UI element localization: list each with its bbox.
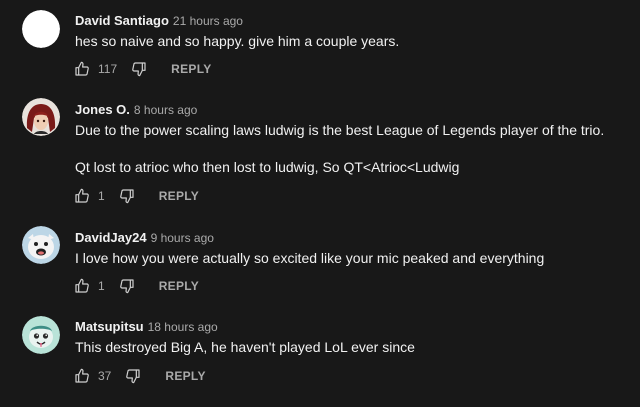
avatar[interactable]	[22, 226, 60, 264]
reply-button[interactable]: REPLY	[165, 369, 205, 383]
comment-text: Qt lost to atrioc who then lost to ludwi…	[75, 159, 460, 175]
timestamp[interactable]: 9 hours ago	[151, 231, 214, 245]
thumbs-down-icon	[119, 279, 134, 294]
like-button[interactable]	[74, 368, 90, 384]
comment-header: Matsupitsu 18 hours ago	[75, 318, 218, 336]
dislike-button[interactable]	[119, 188, 135, 204]
thumbs-up-icon	[75, 61, 89, 76]
timestamp[interactable]: 21 hours ago	[173, 14, 243, 28]
like-count: 1	[98, 189, 105, 203]
author-name[interactable]: David Santiago	[75, 13, 169, 28]
avatar[interactable]	[22, 10, 60, 48]
comment-actions: 37 REPLY	[74, 366, 206, 386]
comment-actions: 1 REPLY	[74, 276, 199, 296]
comment-text: I love how you were actually so excited …	[75, 250, 545, 266]
dislike-button[interactable]	[125, 368, 141, 384]
like-count: 1	[98, 279, 105, 293]
comment-actions: 117 REPLY	[74, 59, 212, 79]
thumbs-down-icon	[119, 189, 134, 204]
comment-header: Jones O. 8 hours ago	[75, 101, 197, 119]
reply-button[interactable]: REPLY	[159, 279, 199, 293]
comment-text: hes so naive and so happy. give him a co…	[75, 33, 400, 49]
comment-text: Due to the power scaling laws ludwig is …	[75, 122, 605, 138]
like-button[interactable]	[74, 188, 90, 204]
thumbs-up-icon	[75, 278, 89, 293]
like-count: 117	[98, 62, 118, 76]
comment-actions: 1 REPLY	[74, 186, 199, 206]
thumbs-down-icon	[126, 369, 140, 384]
thumbs-up-icon	[75, 368, 89, 383]
comment-header: David Santiago 21 hours ago	[75, 12, 243, 30]
thumbs-down-icon	[132, 62, 146, 77]
timestamp[interactable]: 8 hours ago	[134, 103, 197, 117]
reply-button[interactable]: REPLY	[159, 189, 199, 203]
comment-text: This destroyed Big A, he haven't played …	[75, 339, 415, 355]
like-button[interactable]	[74, 61, 90, 77]
timestamp[interactable]: 18 hours ago	[148, 320, 218, 334]
avatar[interactable]	[22, 98, 60, 136]
dislike-button[interactable]	[119, 278, 135, 294]
reply-button[interactable]: REPLY	[171, 62, 211, 76]
dislike-button[interactable]	[131, 61, 147, 77]
thumbs-up-icon	[75, 188, 89, 203]
author-name[interactable]: DavidJay24	[75, 230, 147, 245]
comment-header: DavidJay24 9 hours ago	[75, 229, 214, 247]
like-button[interactable]	[74, 278, 90, 294]
avatar[interactable]	[22, 316, 60, 354]
author-name[interactable]: Jones O.	[75, 102, 130, 117]
like-count: 37	[98, 369, 112, 383]
author-name[interactable]: Matsupitsu	[75, 319, 144, 334]
